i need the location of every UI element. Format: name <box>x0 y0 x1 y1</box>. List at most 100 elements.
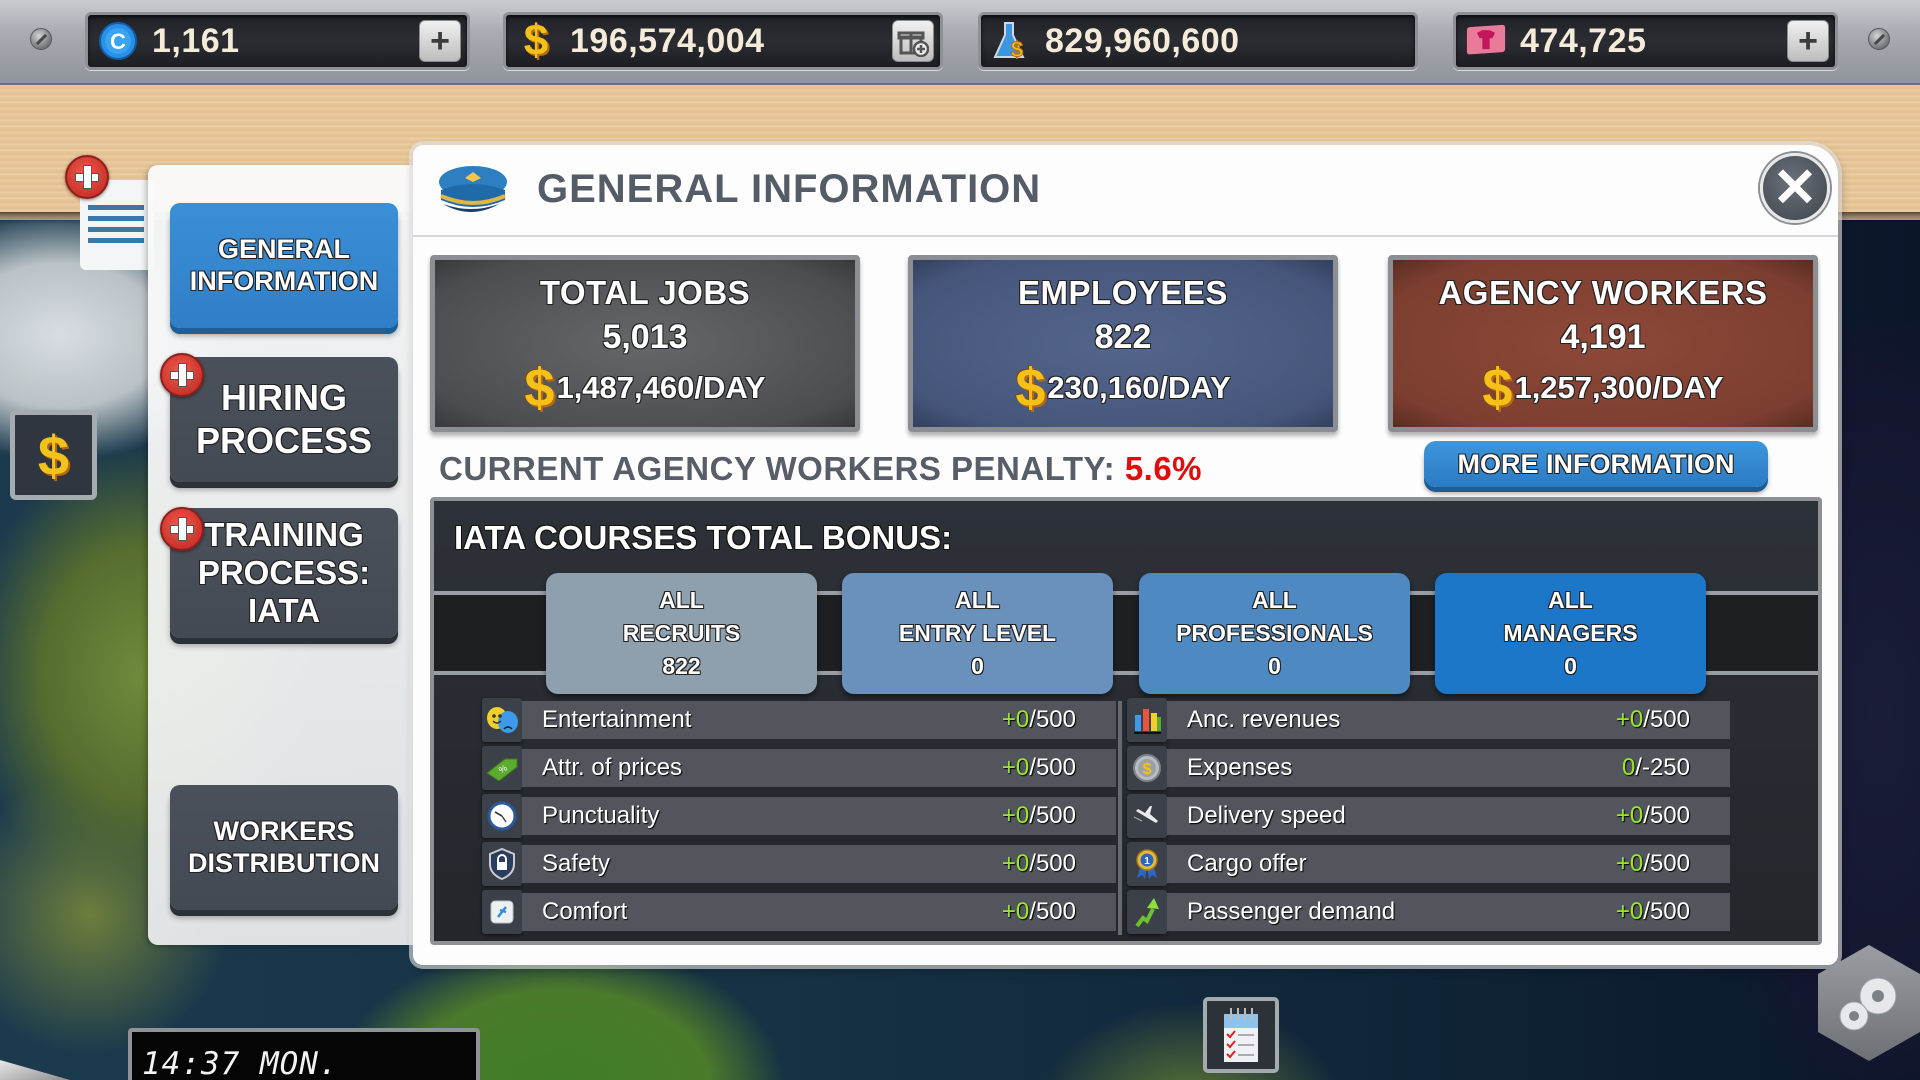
bonus-row-delivery-speed: Delivery speed +0/500 <box>1127 794 1730 838</box>
dollar-icon: $ <box>37 423 70 487</box>
stat-cost: $1,487,460/DAY <box>435 361 855 415</box>
currency-tshirts: 474,725 + <box>1453 12 1838 70</box>
stat-cost: $230,160/DAY <box>913 361 1333 415</box>
theater-masks-icon <box>482 698 522 742</box>
svg-text:C: C <box>110 29 126 54</box>
penalty-value: 5.6% <box>1124 450 1203 487</box>
panel-title: GENERAL INFORMATION <box>537 167 1042 211</box>
bonus-value: +0/500 <box>1001 850 1076 877</box>
clock-icon <box>482 794 522 838</box>
plus-icon: + <box>1798 22 1818 60</box>
stat-title: EMPLOYEES <box>1018 274 1228 311</box>
tab-all-entry-level[interactable]: ALL ENTRY LEVEL 0 <box>842 573 1113 694</box>
tab-all-professionals[interactable]: ALL PROFESSIONALS 0 <box>1139 573 1410 694</box>
stat-cost-value: 1,257,300/DAY <box>1514 370 1724 405</box>
total-jobs-card: TOTAL JOBS 5,013 $1,487,460/DAY <box>430 255 860 432</box>
bonus-bar: Delivery speed +0/500 <box>1167 797 1730 835</box>
shield-lock-icon <box>482 842 522 886</box>
tab-label: ENTRY LEVEL <box>898 620 1057 646</box>
currency-coins: C 1,161 + <box>85 12 470 70</box>
bonus-label: Comfort <box>542 898 628 925</box>
tab-label: ALL <box>1548 587 1593 613</box>
bonus-value: 0/-250 <box>1621 754 1690 781</box>
bonus-bar: Anc. revenues +0/500 <box>1167 701 1730 739</box>
bonus-bar: Expenses 0/-250 <box>1167 749 1730 787</box>
stat-cost-value: 230,160/DAY <box>1047 370 1231 405</box>
bonus-row-passenger-demand: Passenger demand +0/500 <box>1127 890 1730 934</box>
hamburger-menu-icon[interactable] <box>88 205 144 245</box>
pillow-icon <box>482 890 522 934</box>
buy-coins-button[interactable]: + <box>419 20 461 62</box>
bonus-label: Entertainment <box>542 706 692 733</box>
bonus-row-anc-revenues: Anc. revenues +0/500 <box>1127 698 1730 742</box>
cash-value: 196,574,004 <box>570 21 765 60</box>
bonus-value: +0/500 <box>1615 850 1690 877</box>
checklist-button[interactable] <box>1203 997 1279 1073</box>
svg-text:$: $ <box>1143 761 1152 778</box>
dollar-coin-icon: $ <box>1127 746 1167 790</box>
bonus-value: +0/500 <box>1001 802 1076 829</box>
tab-count: 0 <box>1268 653 1281 679</box>
bonus-value: +0/500 <box>1615 802 1690 829</box>
notification-plus-icon[interactable] <box>65 155 109 199</box>
iata-title: IATA COURSES TOTAL BONUS: <box>454 519 953 556</box>
flask-dollar-icon: $ <box>991 21 1031 61</box>
sidebar-item-hiring-process[interactable]: HIRING PROCESS <box>170 357 398 482</box>
coins-value: 1,161 <box>152 21 240 60</box>
dollar-icon: $ <box>524 358 555 418</box>
penalty-label: CURRENT AGENCY WORKERS PENALTY: <box>439 450 1116 487</box>
checklist-icon <box>1224 1008 1258 1062</box>
column-divider <box>1118 701 1122 935</box>
bonus-row-punctuality: Punctuality +0/500 <box>482 794 1116 838</box>
stat-count: 822 <box>1094 318 1152 356</box>
bonus-value: +0/500 <box>1001 754 1076 781</box>
stat-title: TOTAL JOBS <box>539 274 751 311</box>
employees-card: EMPLOYEES 822 $230,160/DAY <box>908 255 1338 432</box>
close-button[interactable]: ✕ <box>1760 153 1830 223</box>
dollar-icon: $ <box>1015 358 1046 418</box>
price-tag-icon: % <box>482 746 522 790</box>
tshirt-card-icon <box>1466 21 1506 61</box>
tab-all-recruits[interactable]: ALL RECRUITS 822 <box>546 573 817 694</box>
bonus-bar: Cargo offer +0/500 <box>1167 845 1730 883</box>
dollar-icon: $ <box>1482 358 1513 418</box>
bonus-bar: Entertainment +0/500 <box>522 701 1116 739</box>
sidebar-item-workers-distribution[interactable]: WORKERS DISTRIBUTION <box>170 785 398 910</box>
more-information-button[interactable]: MORE INFORMATION <box>1424 441 1768 487</box>
tab-count: 0 <box>1564 653 1577 679</box>
growth-arrow-icon <box>1127 890 1167 934</box>
medal-icon: 1 <box>1127 842 1167 886</box>
sidebar-item-general-information[interactable]: GENERAL INFORMATION <box>170 203 398 328</box>
iata-bonus-section: IATA COURSES TOTAL BONUS: ALL RECRUITS 8… <box>430 497 1822 945</box>
hiring-plus-icon[interactable] <box>160 353 204 397</box>
gift-button[interactable] <box>892 20 934 62</box>
bonus-value: +0/500 <box>1615 898 1690 925</box>
stat-cost-value: 1,487,460/DAY <box>556 370 766 405</box>
bonus-row-safety: Safety +0/500 <box>482 842 1116 886</box>
stat-count: 5,013 <box>602 318 688 356</box>
bonus-label: Safety <box>542 850 611 877</box>
training-plus-icon[interactable] <box>160 507 204 551</box>
game-clock: 14:37 MON. 12/18/2017 <box>128 1028 480 1080</box>
bonus-label: Attr. of prices <box>542 754 683 781</box>
stat-title: AGENCY WORKERS <box>1438 274 1768 311</box>
close-icon: ✕ <box>1772 158 1818 218</box>
tab-label: MANAGERS <box>1503 620 1638 646</box>
sidebar-item-training-process-iata[interactable]: TRAINING PROCESS: IATA <box>170 508 398 638</box>
buy-tshirts-button[interactable]: + <box>1787 20 1829 62</box>
bonus-value: +0/500 <box>1001 706 1076 733</box>
tab-all-managers[interactable]: ALL MANAGERS 0 <box>1435 573 1706 694</box>
bonus-row-entertainment: Entertainment +0/500 <box>482 698 1116 742</box>
bonus-label: Punctuality <box>542 802 660 829</box>
tab-count: 0 <box>971 653 984 679</box>
tshirts-value: 474,725 <box>1520 21 1647 60</box>
general-information-panel: GENERAL INFORMATION ✕ TOTAL JOBS 5,013 $… <box>413 145 1838 965</box>
bonus-value: +0/500 <box>1615 706 1690 733</box>
bonus-bar: Attr. of prices +0/500 <box>522 749 1116 787</box>
finance-shortcut-button[interactable]: $ <box>10 410 97 500</box>
bonus-list-left: Entertainment +0/500 % Attr. of prices +0/… <box>482 698 1116 941</box>
bonus-label: Cargo offer <box>1187 850 1307 877</box>
c-coin-icon: C <box>98 21 138 61</box>
svg-text:1: 1 <box>1144 856 1150 867</box>
agency-penalty-text: CURRENT AGENCY WORKERS PENALTY: 5.6% <box>439 450 1202 488</box>
